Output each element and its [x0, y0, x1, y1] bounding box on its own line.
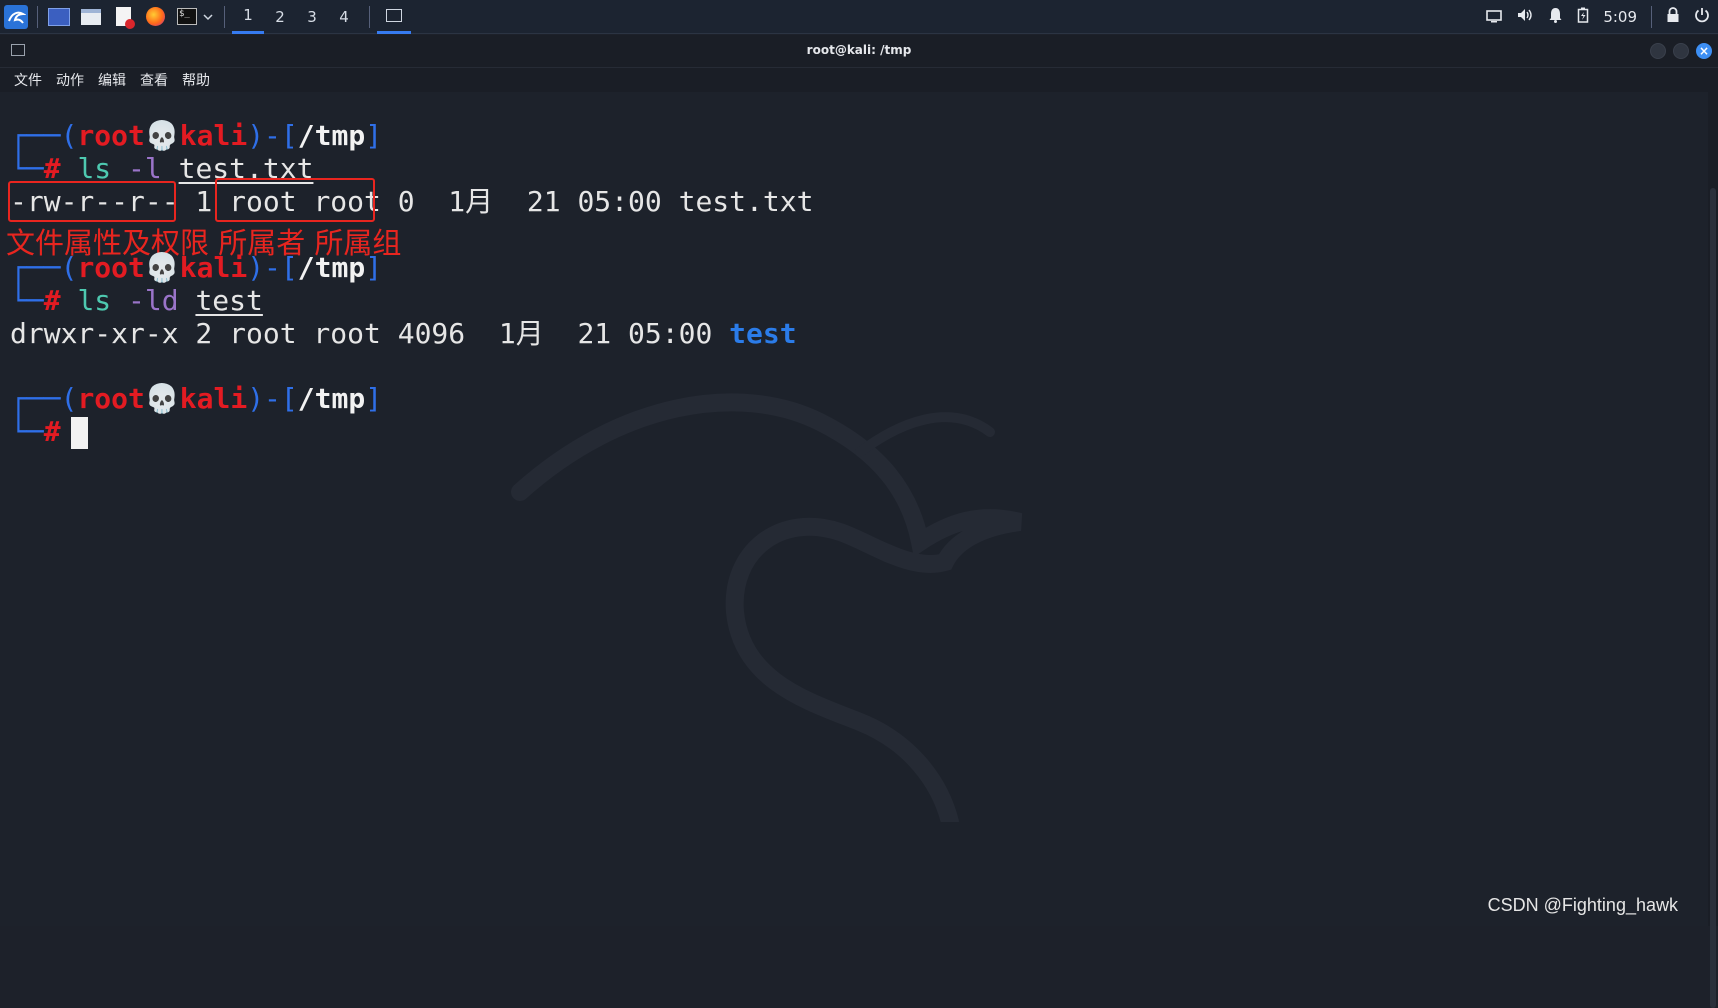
prompt-host: kali [179, 119, 248, 152]
permissions-highlight-box [8, 181, 176, 222]
lock-icon[interactable] [1666, 7, 1680, 27]
workspace-1[interactable]: 1 [232, 0, 264, 34]
prompt-line-2: ┌──(root💀kali)-[/tmp] [10, 250, 382, 286]
taskbar-separator [37, 5, 38, 28]
directory-details: drwxr-xr-x 2 root root 4096 1月 21 05:00 [10, 317, 730, 350]
scrollbar-thumb[interactable] [1710, 188, 1716, 1008]
workspace-4[interactable]: 4 [328, 0, 360, 34]
prompt-frame: ] [365, 251, 383, 284]
skull-icon: 💀 [144, 251, 180, 284]
csdn-watermark: CSDN @Fighting_hawk [1487, 895, 1678, 915]
skull-icon: 💀 [144, 382, 180, 415]
prompt-frame: )-[ [247, 382, 298, 415]
prompt-path: /tmp [297, 119, 366, 152]
text-cursor [70, 417, 88, 449]
output-line-2: drwxr-xr-x 2 root root 4096 1月 21 05:00 … [10, 316, 797, 352]
prompt-frame: )-[ [247, 119, 298, 152]
maximize-button[interactable] [1673, 43, 1689, 59]
task-terminal-window[interactable] [377, 0, 411, 34]
close-button[interactable]: × [1696, 43, 1712, 59]
tray-separator [1651, 6, 1652, 28]
command-line-3: └─# [10, 414, 88, 450]
power-icon[interactable] [1694, 7, 1710, 27]
scrollbar[interactable] [1708, 92, 1718, 1008]
prompt-frame: └─ [10, 415, 44, 448]
system-tray: 5:09 [1486, 0, 1718, 34]
prompt-user: root [77, 382, 145, 415]
window-title: root@kali: /tmp [806, 43, 912, 57]
prompt-frame: ┌──( [10, 382, 78, 415]
clock[interactable]: 5:09 [1603, 8, 1637, 26]
menu-edit[interactable]: 编辑 [98, 70, 126, 90]
terminal-dropdown-icon[interactable] [201, 5, 215, 29]
prompt-line-3: ┌──(root💀kali)-[/tmp] [10, 381, 382, 417]
window-titlebar[interactable]: root@kali: /tmp × [0, 35, 1718, 68]
taskbar-separator [224, 5, 225, 28]
battery-icon[interactable] [1577, 7, 1589, 27]
menu-view[interactable]: 查看 [140, 70, 168, 90]
prompt-host: kali [179, 382, 248, 415]
volume-icon[interactable] [1516, 7, 1534, 27]
command: ls [77, 284, 112, 317]
prompt-frame: ] [365, 382, 383, 415]
prompt-hash: # [43, 415, 61, 448]
workspace-2[interactable]: 2 [264, 0, 296, 34]
prompt-hash: # [43, 284, 61, 317]
owner-highlight-box [215, 178, 375, 222]
skull-icon: 💀 [144, 119, 180, 152]
prompt-host: kali [179, 251, 248, 284]
prompt-path: /tmp [297, 382, 366, 415]
prompt-frame: └─ [10, 284, 44, 317]
taskbar: $_ 1 2 3 4 5:09 [0, 0, 1718, 34]
prompt-frame: ┌──( [10, 251, 78, 284]
file-manager-icon[interactable] [79, 5, 103, 29]
firefox-icon[interactable] [143, 5, 167, 29]
prompt-frame: ] [365, 119, 383, 152]
display-icon[interactable] [1486, 8, 1503, 27]
kali-dragon-watermark [511, 393, 1023, 822]
terminal-area[interactable]: ┌──(root💀kali)-[/tmp] └─# ls -l test.txt… [0, 92, 1708, 926]
prompt-frame: )-[ [247, 251, 298, 284]
notification-bell-icon[interactable] [1548, 7, 1563, 27]
minimize-button[interactable] [1650, 43, 1666, 59]
menubar: 文件 动作 编辑 查看 帮助 [0, 68, 1718, 92]
desktop-icon[interactable] [47, 5, 71, 29]
command-line-2: └─# ls -ld test [10, 283, 263, 319]
prompt-frame: ┌──( [10, 119, 78, 152]
prompt-line-1: ┌──(root💀kali)-[/tmp] [10, 118, 382, 154]
menu-file[interactable]: 文件 [14, 70, 42, 90]
workspace-3[interactable]: 3 [296, 0, 328, 34]
taskbar-separator [369, 5, 370, 28]
file-details: 0 1月 21 05:00 test.txt [380, 185, 814, 218]
terminal-icon[interactable]: $_ [175, 5, 199, 29]
command-option: -ld [128, 284, 179, 317]
menu-actions[interactable]: 动作 [56, 70, 84, 90]
prompt-path: /tmp [297, 251, 366, 284]
command-argument: test [195, 284, 263, 317]
prompt-user: root [77, 119, 145, 152]
kali-menu-icon[interactable] [4, 4, 28, 29]
text-editor-icon[interactable] [111, 5, 135, 29]
directory-name: test [729, 317, 797, 350]
menu-help[interactable]: 帮助 [182, 70, 210, 90]
prompt-user: root [77, 251, 145, 284]
